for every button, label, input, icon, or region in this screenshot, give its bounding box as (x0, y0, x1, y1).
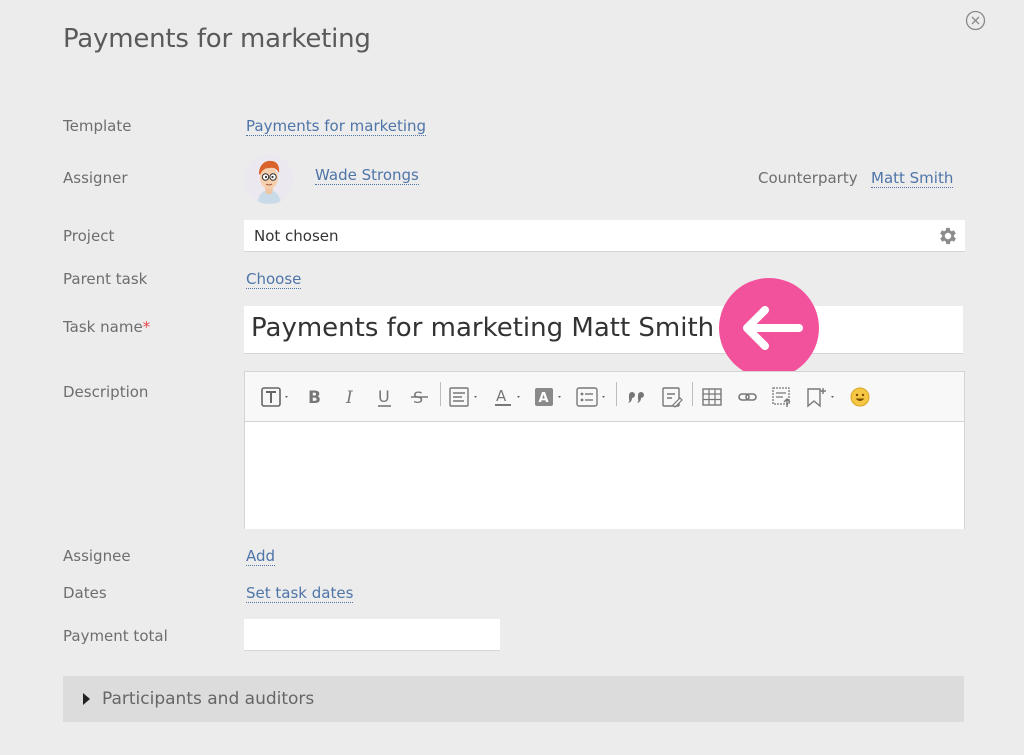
align-icon[interactable] (448, 386, 482, 408)
underline-icon[interactable]: U (375, 386, 395, 408)
highlight-icon[interactable]: A (533, 386, 565, 408)
svg-text:U: U (378, 387, 390, 406)
description-text-area[interactable] (245, 423, 964, 529)
page-title: Payments for marketing (63, 24, 371, 54)
choose-parent-task-link[interactable]: Choose (246, 270, 302, 289)
project-label: Project (63, 227, 115, 245)
task-name-input[interactable]: Payments for marketing Matt Smith (244, 306, 963, 354)
task-name-label: Task name* (63, 318, 150, 336)
task-name-label-text: Task name (63, 318, 143, 336)
dates-label: Dates (63, 584, 107, 602)
caret-right-icon (83, 693, 90, 705)
insert-code-icon[interactable] (661, 386, 683, 408)
link-icon[interactable] (737, 386, 759, 408)
svg-text:A: A (539, 391, 549, 406)
payment-total-input[interactable] (244, 619, 500, 651)
assigner-avatar-icon (244, 154, 294, 204)
editor-toolbar: B I U S A (245, 372, 964, 422)
counterparty-label: Counterparty (758, 169, 858, 187)
toolbar-separator (616, 382, 617, 406)
close-icon[interactable] (965, 10, 986, 31)
task-create-dialog: Payments for marketing Template Payments… (0, 0, 1024, 755)
svg-text:I: I (345, 388, 353, 408)
description-editor: B I U S A (244, 371, 965, 529)
arrow-left-icon (743, 306, 803, 350)
gear-icon[interactable] (937, 225, 959, 247)
assignee-label: Assignee (63, 547, 131, 565)
toolbar-separator (440, 382, 441, 406)
counterparty-link[interactable]: Matt Smith (871, 169, 954, 188)
emoji-icon[interactable] (849, 386, 871, 408)
quote-icon[interactable] (625, 386, 647, 408)
highlight-arrow-marker (719, 278, 819, 378)
template-label: Template (63, 117, 132, 135)
bold-icon[interactable]: B (305, 386, 325, 408)
list-icon[interactable] (575, 386, 609, 408)
set-task-dates-link[interactable]: Set task dates (246, 584, 354, 603)
add-assignee-link[interactable]: Add (246, 547, 276, 566)
parent-task-label: Parent task (63, 270, 148, 288)
avatar[interactable] (244, 154, 294, 204)
assigner-link[interactable]: Wade Strongs (315, 166, 419, 185)
toolbar-separator (692, 382, 693, 406)
task-name-value: Payments for marketing Matt Smith (251, 313, 715, 343)
attachment-icon[interactable] (771, 386, 793, 408)
template-link[interactable]: Payments for marketing (246, 117, 427, 136)
project-value: Not chosen (254, 227, 339, 245)
participants-section-label: Participants and auditors (102, 689, 315, 709)
strikethrough-icon[interactable]: S (410, 386, 430, 408)
description-label: Description (63, 383, 149, 401)
participants-section-toggle[interactable]: Participants and auditors (63, 676, 964, 722)
project-select[interactable]: Not chosen (244, 220, 965, 252)
svg-text:B: B (308, 388, 321, 408)
font-color-icon[interactable]: A (493, 386, 525, 408)
bookmark-icon[interactable] (805, 386, 839, 408)
text-style-icon[interactable] (261, 386, 293, 408)
assigner-label: Assigner (63, 169, 128, 187)
svg-text:A: A (496, 387, 507, 405)
required-mark: * (142, 318, 151, 336)
payment-total-label: Payment total (63, 627, 168, 645)
table-icon[interactable] (701, 386, 723, 408)
italic-icon[interactable]: I (341, 386, 361, 408)
